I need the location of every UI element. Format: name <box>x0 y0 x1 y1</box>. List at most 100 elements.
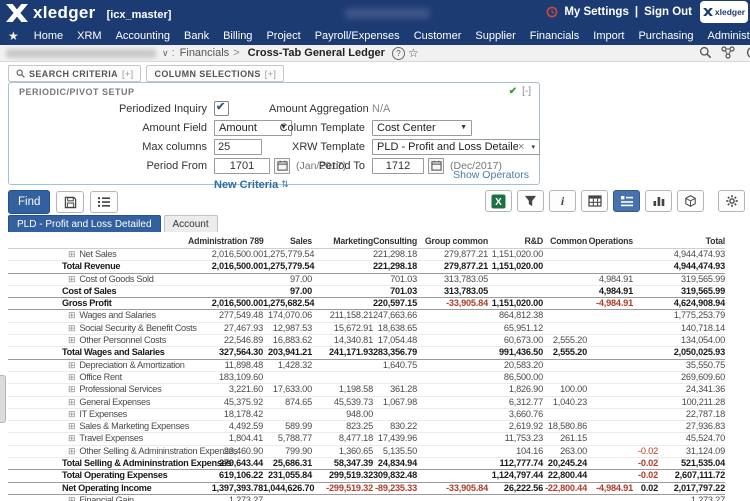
my-settings-link[interactable]: My Settings <box>564 6 629 18</box>
row-label-professional-services[interactable]: ⊞Professional Services <box>8 384 188 396</box>
amount-cell <box>633 285 658 297</box>
row-label-general-expenses[interactable]: ⊞General Expenses <box>8 396 188 408</box>
row-label-travel-expenses[interactable]: ⊞Travel Expenses <box>8 433 188 445</box>
expand-icon[interactable]: ⊞ <box>68 372 75 383</box>
expand-icon[interactable]: ⊞ <box>68 409 75 420</box>
bookmark-star-icon[interactable]: ☆ <box>408 46 419 60</box>
help-icon[interactable]: ? <box>392 47 405 60</box>
row-label-financial-gain[interactable]: ⊞Financial Gain <box>8 494 188 501</box>
column-header-r-d[interactable]: R&D <box>488 233 543 249</box>
nav-item-project[interactable]: Project <box>259 30 307 42</box>
expand-icon[interactable]: ⊞ <box>68 335 75 346</box>
column-selections-expand[interactable]: [+] <box>265 69 276 79</box>
save-criteria-button[interactable] <box>56 191 84 213</box>
side-panel-handle[interactable] <box>0 375 6 423</box>
expand-icon[interactable]: ⊞ <box>68 446 75 457</box>
saved-criteria-list-button[interactable] <box>90 191 118 213</box>
tab-pld-profit-and-loss-detailed[interactable]: PLD - Profit and Loss Detailed <box>8 215 161 232</box>
amount-cell: 100.00 <box>543 384 587 396</box>
filter-button[interactable] <box>517 190 544 212</box>
column-header-marketing[interactable]: Marketing <box>312 233 373 249</box>
column-header-consulting[interactable]: Consulting <box>373 233 417 249</box>
periodized-inquiry-checkbox[interactable]: ✔ <box>214 101 229 116</box>
pivot-view-button[interactable] <box>613 190 640 212</box>
nav-item-customer[interactable]: Customer <box>407 30 469 42</box>
xledger-logo[interactable]: xledger [icx_master] <box>6 3 171 23</box>
search-criteria-tab[interactable]: SEARCH CRITERIA [+] <box>8 65 141 82</box>
cube-view-button[interactable] <box>677 190 704 212</box>
column-header-common[interactable]: Common <box>543 233 587 249</box>
expand-icon[interactable]: ⊞ <box>68 310 75 321</box>
column-header-total[interactable]: Total <box>658 233 725 249</box>
favorites-star-icon[interactable]: ★ <box>8 30 19 42</box>
expand-icon[interactable]: ⊞ <box>68 495 75 501</box>
row-label-office-rent[interactable]: ⊞Office Rent <box>8 371 188 383</box>
row-label-depreciation-amortization[interactable]: ⊞Depreciation & Amortization <box>8 359 188 371</box>
row-label-sales-marketing-expenses[interactable]: ⊞Sales & Marketing Expenses <box>8 421 188 433</box>
tab-account[interactable]: Account <box>164 215 218 232</box>
chevron-down-icon[interactable]: ∨ <box>162 48 169 59</box>
xrw-template-combobox[interactable]: PLD - Profit and Loss Detailed × ▾ <box>372 139 540 155</box>
nav-item-payroll-expenses[interactable]: Payroll/Expenses <box>308 30 407 42</box>
column-header-administration-789[interactable]: Administration 789 <box>188 233 263 249</box>
column-header-sales[interactable]: Sales <box>263 233 312 249</box>
periodized-inquiry-label: Periodized Inquiry <box>9 103 214 115</box>
row-label-social-security-benefit-costs[interactable]: ⊞Social Security & Benefit Costs <box>8 322 188 334</box>
row-label-wages-and-salaries[interactable]: ⊞Wages and Salaries <box>8 310 188 322</box>
nav-item-accounting[interactable]: Accounting <box>109 30 177 42</box>
chart-icon <box>652 195 666 207</box>
combo-caret-icon[interactable]: ▾ <box>531 143 535 151</box>
row-label-it-expenses[interactable]: ⊞IT Expenses <box>8 408 188 420</box>
breadcrumb-separator: > <box>233 47 239 59</box>
row-label-net-sales[interactable]: ⊞Net Sales <box>8 249 188 261</box>
expand-icon[interactable]: ⊞ <box>68 360 75 371</box>
period-from-input[interactable] <box>214 158 270 174</box>
clock-icon[interactable] <box>744 46 750 59</box>
amount-cell <box>543 494 587 501</box>
clear-icon[interactable]: × <box>518 141 524 153</box>
panel-collapse-button[interactable]: [-] <box>522 86 531 97</box>
row-label-other-personnel-costs[interactable]: ⊞Other Personnel Costs <box>8 335 188 347</box>
new-criteria-link[interactable]: New Criteria <box>214 179 278 191</box>
search-criteria-expand[interactable]: [+] <box>122 69 133 79</box>
nav-item-import[interactable]: Import <box>586 30 631 42</box>
find-button[interactable]: Find <box>8 190 50 214</box>
nav-item-home[interactable]: Home <box>27 30 70 42</box>
search-icon[interactable] <box>699 46 712 59</box>
expand-icon[interactable]: ⊞ <box>68 384 75 395</box>
column-header-operations[interactable]: Operations <box>587 233 633 249</box>
org-network-icon[interactable] <box>721 46 735 59</box>
column-template-select[interactable]: Cost Center▼ <box>372 120 472 136</box>
column-selections-tab[interactable]: COLUMN SELECTIONS [+] <box>146 65 284 82</box>
table-view-button[interactable] <box>581 190 608 212</box>
show-operators-link[interactable]: Show Operators <box>453 169 529 181</box>
info-button[interactable]: i <box>549 190 576 212</box>
nav-item-xrm[interactable]: XRM <box>70 30 108 42</box>
column-header-group-common[interactable]: Group common <box>417 233 488 249</box>
nav-item-supplier[interactable]: Supplier <box>468 30 522 42</box>
period-to-calendar-button[interactable] <box>428 158 444 174</box>
row-label-other-selling-admininstration-expenses[interactable]: ⊞Other Selling & Admininstration Expense… <box>8 445 188 457</box>
max-columns-input[interactable] <box>214 139 262 155</box>
amount-cell <box>633 371 658 383</box>
nav-item-billing[interactable]: Billing <box>216 30 259 42</box>
expand-icon[interactable]: ⊞ <box>68 421 75 432</box>
row-label-cost-of-goods-sold[interactable]: ⊞Cost of Goods Sold <box>8 273 188 285</box>
settings-button[interactable] <box>718 190 745 212</box>
expand-icon[interactable]: ⊞ <box>68 323 75 334</box>
sort-icon[interactable]: ⇅ <box>281 179 289 190</box>
expand-icon[interactable]: ⊞ <box>68 274 75 285</box>
expand-icon[interactable]: ⊞ <box>68 249 75 260</box>
chart-view-button[interactable] <box>645 190 672 212</box>
nav-item-bank[interactable]: Bank <box>177 30 216 42</box>
nav-item-purchasing[interactable]: Purchasing <box>631 30 700 42</box>
expand-icon[interactable]: ⊞ <box>68 433 75 444</box>
sign-out-link[interactable]: Sign Out <box>644 6 692 18</box>
nav-item-financials[interactable]: Financials <box>523 30 587 42</box>
expand-icon[interactable]: ⊞ <box>68 397 75 408</box>
nav-item-administration[interactable]: Administration <box>701 30 750 42</box>
excel-export-button[interactable]: X <box>485 190 512 212</box>
column-header-empty <box>633 233 658 249</box>
period-to-input[interactable] <box>372 158 424 174</box>
breadcrumb-section[interactable]: Financials <box>180 47 230 59</box>
